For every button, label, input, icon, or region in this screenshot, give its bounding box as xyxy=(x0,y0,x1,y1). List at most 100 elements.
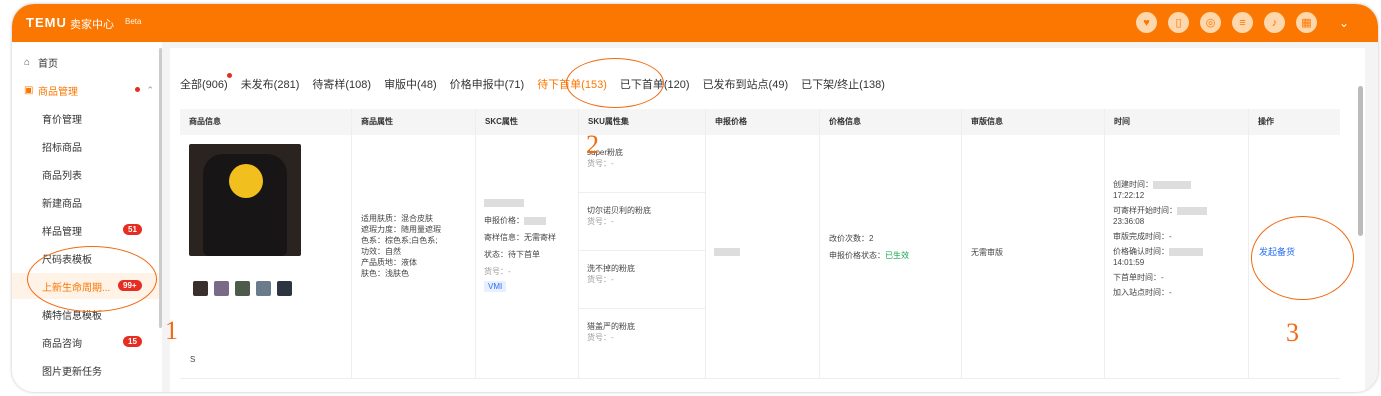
tab-delisted[interactable]: 已下架/终止(138) xyxy=(801,76,885,92)
redacted-block xyxy=(484,199,524,207)
tab-first-order-placed[interactable]: 已下首单(120) xyxy=(620,76,690,92)
sku-name: 切尔诺贝利的粉底 xyxy=(587,206,651,215)
bell-icon[interactable]: ♪ xyxy=(1264,12,1285,33)
label: 申报价格状态： xyxy=(829,251,885,260)
review-status: 无需审版 xyxy=(971,248,1003,257)
sidebar-scrollbar[interactable] xyxy=(159,48,162,328)
sidebar-item-label: 图片更新任务 xyxy=(42,366,102,378)
sidebar-item-home[interactable]: ⌂ 首页 xyxy=(12,49,162,75)
label: 创建时间： xyxy=(1113,180,1153,189)
price-status: 申报价格状态：已生效 xyxy=(829,250,961,261)
tab-all[interactable]: 全部(906) xyxy=(180,73,232,92)
redacted-block xyxy=(524,216,546,225)
document-icon[interactable]: ≡ xyxy=(1232,12,1253,33)
cell-time: 创建时间： 17:22:12 可寄样开始时间： 23:36:08 审版完成时间：… xyxy=(1105,135,1249,378)
sidebar-item-price-management[interactable]: 育价管理 xyxy=(12,105,162,131)
tab-price-declaring[interactable]: 价格申报中(71) xyxy=(450,76,525,92)
time-line: 加入站点时间：- xyxy=(1113,288,1172,297)
tab-awaiting-sample[interactable]: 待寄样(108) xyxy=(312,76,371,92)
col-sku-attrs: SKU属性集 xyxy=(579,109,706,135)
product-image[interactable] xyxy=(189,144,301,256)
product-icon: ▣ xyxy=(24,84,34,96)
tab-awaiting-first-order[interactable]: 待下首单(153) xyxy=(537,76,607,92)
time-line: 23:36:08 xyxy=(1113,217,1145,226)
cell-product-info: S xyxy=(180,135,352,378)
thumbnail[interactable] xyxy=(235,281,250,296)
thumbnail[interactable] xyxy=(277,281,292,296)
sidebar-item-label: 上新生命周期... xyxy=(42,282,111,294)
redacted-block xyxy=(1169,247,1203,256)
sku-item: 切尔诺贝利的粉底 货号：- xyxy=(579,193,705,251)
sidebar-item-inquiries[interactable]: 商品咨询 15 xyxy=(12,329,162,355)
label: 价格确认时间： xyxy=(1113,247,1169,256)
thumbnail[interactable] xyxy=(214,281,229,296)
sidebar-item-info-template[interactable]: 横特信息模板 xyxy=(12,301,162,327)
time-line: 审版完成时间：- xyxy=(1113,232,1172,241)
time-line: 17:22:12 xyxy=(1113,191,1145,200)
cell-price-info: 改价次数：2 申报价格状态：已生效 xyxy=(820,135,962,378)
count-badge: 15 xyxy=(123,336,142,347)
time-line: 价格确认时间： xyxy=(1113,246,1248,257)
thumbnail[interactable] xyxy=(256,281,271,296)
sidebar-item-new-product[interactable]: 新建商品 xyxy=(12,189,162,215)
sidebar-item-label: 尺码表模板 xyxy=(42,254,92,266)
sku-code: 货号：- xyxy=(587,217,614,226)
page-scrollbar[interactable] xyxy=(1358,86,1363,236)
grid-icon[interactable]: ▦ xyxy=(1296,12,1317,33)
status-tabs: 全部(906) 未发布(281) 待寄样(108) 审版中(48) 价格申报中(… xyxy=(180,73,898,92)
cell-declared-price xyxy=(706,135,820,378)
skc-code: 货号：- xyxy=(484,267,511,276)
sidebar-item-size-template[interactable]: 尺码表模板 xyxy=(12,245,162,271)
skc-declared-price: 申报价格： xyxy=(484,215,578,226)
chevron-down-icon[interactable]: ⌄ xyxy=(1336,16,1352,30)
skc-status: 状态：待下首单 xyxy=(484,250,540,259)
attr-line: 功效：自然 xyxy=(361,247,401,256)
chat-icon[interactable]: ◎ xyxy=(1200,12,1221,33)
app-title: 卖家中心 xyxy=(70,19,114,31)
sidebar-item-bidding[interactable]: 招标商品 xyxy=(12,133,162,159)
sidebar-item-label: 新建商品 xyxy=(42,198,82,210)
col-actions: 操作 xyxy=(1258,117,1274,126)
initiate-stocking-link[interactable]: 发起备货 xyxy=(1259,247,1295,257)
tab-label: 全部(906) xyxy=(180,79,228,91)
sidebar-item-product-list[interactable]: 商品列表 xyxy=(12,161,162,187)
sidebar-item-label: 商品咨询 xyxy=(42,338,82,350)
time-line: 创建时间： xyxy=(1113,179,1248,190)
cell-sku-attrs: super粉底 货号：- 切尔诺贝利的粉底 货号：- 洗不掉的粉底 货号：- 猎盖严的… xyxy=(579,135,706,378)
col-product-attrs: 商品属性 xyxy=(352,109,476,135)
notification-dot xyxy=(226,73,232,78)
attr-line: 产品质地：液体 xyxy=(361,258,417,267)
heart-icon[interactable]: ♥ xyxy=(1136,12,1157,33)
col-price-info: 价格信息 xyxy=(820,109,962,135)
redacted-block xyxy=(714,247,740,256)
redacted-block xyxy=(1153,180,1191,189)
attr-line: 适用肤质：混合皮肤 xyxy=(361,214,433,223)
tab-in-review[interactable]: 审版中(48) xyxy=(384,76,437,92)
sidebar-item-image-update[interactable]: 图片更新任务 xyxy=(12,357,162,383)
label: 可寄样开始时间： xyxy=(1113,206,1177,215)
vmi-tag: VMI xyxy=(484,281,507,292)
sidebar-item-product-management[interactable]: ▣ 商品管理 ⌃ xyxy=(12,77,162,103)
sku-item: 洗不掉的粉底 货号：- xyxy=(579,251,705,309)
tab-unpublished[interactable]: 未发布(281) xyxy=(241,76,300,92)
skc-sample-info: 寄样信息：无需寄样 xyxy=(484,233,556,242)
book-icon[interactable]: ▯ xyxy=(1168,12,1189,33)
cell-product-attrs: 适用肤质：混合皮肤 遮瑕力度：随用量遮瑕 色系：棕色系;白色系; 功效：自然 产… xyxy=(352,135,476,378)
sidebar-item-lifecycle[interactable]: 上新生命周期... 99+ xyxy=(12,273,162,299)
header-icons: ♥ ▯ ◎ ≡ ♪ ▦ ⌄ xyxy=(1136,12,1352,33)
chevron-up-icon: ⌃ xyxy=(146,85,154,95)
product-name-partial: S xyxy=(190,355,196,364)
redacted-block xyxy=(1177,206,1207,215)
cell-review-info: 无需审版 xyxy=(962,135,1105,378)
sidebar-item-label: 商品管理 xyxy=(38,86,78,98)
sku-code: 货号：- xyxy=(587,333,614,342)
label: 申报价格： xyxy=(484,216,524,225)
thumbnail[interactable] xyxy=(193,281,208,296)
sidebar-item-samples[interactable]: 样品管理 51 xyxy=(12,217,162,243)
sidebar-item-label: 招标商品 xyxy=(42,142,82,154)
sku-item: super粉底 货号：- xyxy=(579,135,705,193)
time-line: 14:01:59 xyxy=(1113,258,1145,267)
tab-published-to-site[interactable]: 已发布到站点(49) xyxy=(703,76,789,92)
table-row: S 适用肤质：混合皮肤 遮瑕力度：随用量遮瑕 色系：棕色系;白色系; 功效：自然… xyxy=(180,135,1340,379)
temu-logo[interactable]: TEMU xyxy=(26,15,67,30)
